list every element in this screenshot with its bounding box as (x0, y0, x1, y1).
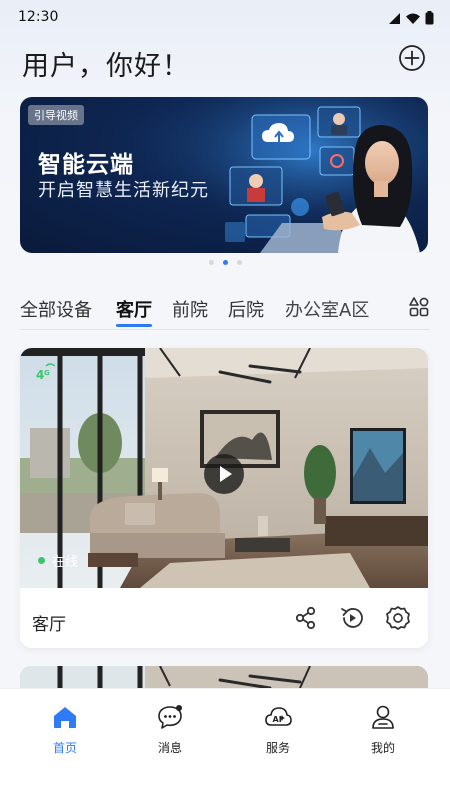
svg-text:G: G (44, 369, 50, 377)
device-card[interactable]: 4 G 在线 客厅 (20, 348, 428, 648)
room-tabs: 全部设备 客厅 前院 后院 办公室A区 (20, 296, 430, 330)
settings-gear-icon[interactable] (384, 604, 412, 632)
share-icon[interactable] (292, 604, 320, 632)
message-icon (158, 705, 182, 729)
svg-text:AI: AI (273, 715, 282, 724)
tab-back-yard[interactable]: 后院 (228, 296, 264, 322)
promo-banner[interactable]: 引导视频 智能云端 开启智慧生活新纪元 (20, 97, 428, 253)
network-4g-icon: 4 G (36, 363, 56, 382)
nav-home[interactable]: 首页 (30, 703, 100, 756)
device-actions (292, 604, 412, 632)
nav-services[interactable]: AI 服务 (243, 703, 313, 756)
pagination-dot[interactable] (208, 260, 214, 265)
banner-pagination (0, 260, 450, 265)
wifi-icon (406, 13, 420, 24)
banner-subtitle: 开启智慧生活新纪元 (38, 180, 209, 201)
online-dot (38, 557, 45, 564)
pagination-dot[interactable] (236, 260, 242, 265)
active-tab-indicator (116, 324, 152, 327)
nav-home-label: 首页 (52, 741, 77, 755)
status-time: 12:30 (18, 9, 59, 25)
camera-preview[interactable]: 4 G 在线 (20, 348, 428, 588)
online-status-text: 在线 (52, 555, 79, 570)
banner-video-tag: 引导视频 (28, 105, 84, 125)
play-button[interactable] (204, 454, 244, 494)
profile-icon (372, 705, 394, 729)
ai-service-icon: AI (265, 707, 292, 726)
pagination-dot-active[interactable] (222, 260, 228, 265)
online-status: 在线 (38, 551, 78, 570)
bottom-navigation: 首页 消息 AI 服务 我的 (0, 688, 450, 800)
battery-icon (425, 11, 434, 25)
playback-icon[interactable] (338, 604, 366, 632)
nav-profile-label: 我的 (370, 741, 395, 755)
add-device-button[interactable] (398, 44, 426, 72)
tab-all-devices[interactable]: 全部设备 (20, 296, 92, 322)
nav-messages[interactable]: 消息 (135, 703, 205, 756)
status-bar: 12:30 (0, 0, 450, 36)
banner-title: 智能云端 (38, 152, 134, 178)
tab-living-room[interactable]: 客厅 (116, 296, 152, 322)
tab-office-a[interactable]: 办公室A区 (285, 296, 369, 322)
nav-services-label: 服务 (265, 741, 290, 755)
home-icon (54, 707, 76, 728)
tab-manage-icon[interactable] (408, 296, 430, 318)
nav-profile[interactable]: 我的 (348, 703, 418, 756)
status-icons (388, 11, 434, 25)
greeting-title: 用户，你好！ (22, 51, 190, 82)
nav-messages-label: 消息 (157, 741, 182, 755)
tab-front-yard[interactable]: 前院 (172, 296, 208, 322)
cellular-signal-icon (389, 12, 400, 24)
device-name: 客厅 (32, 615, 66, 635)
